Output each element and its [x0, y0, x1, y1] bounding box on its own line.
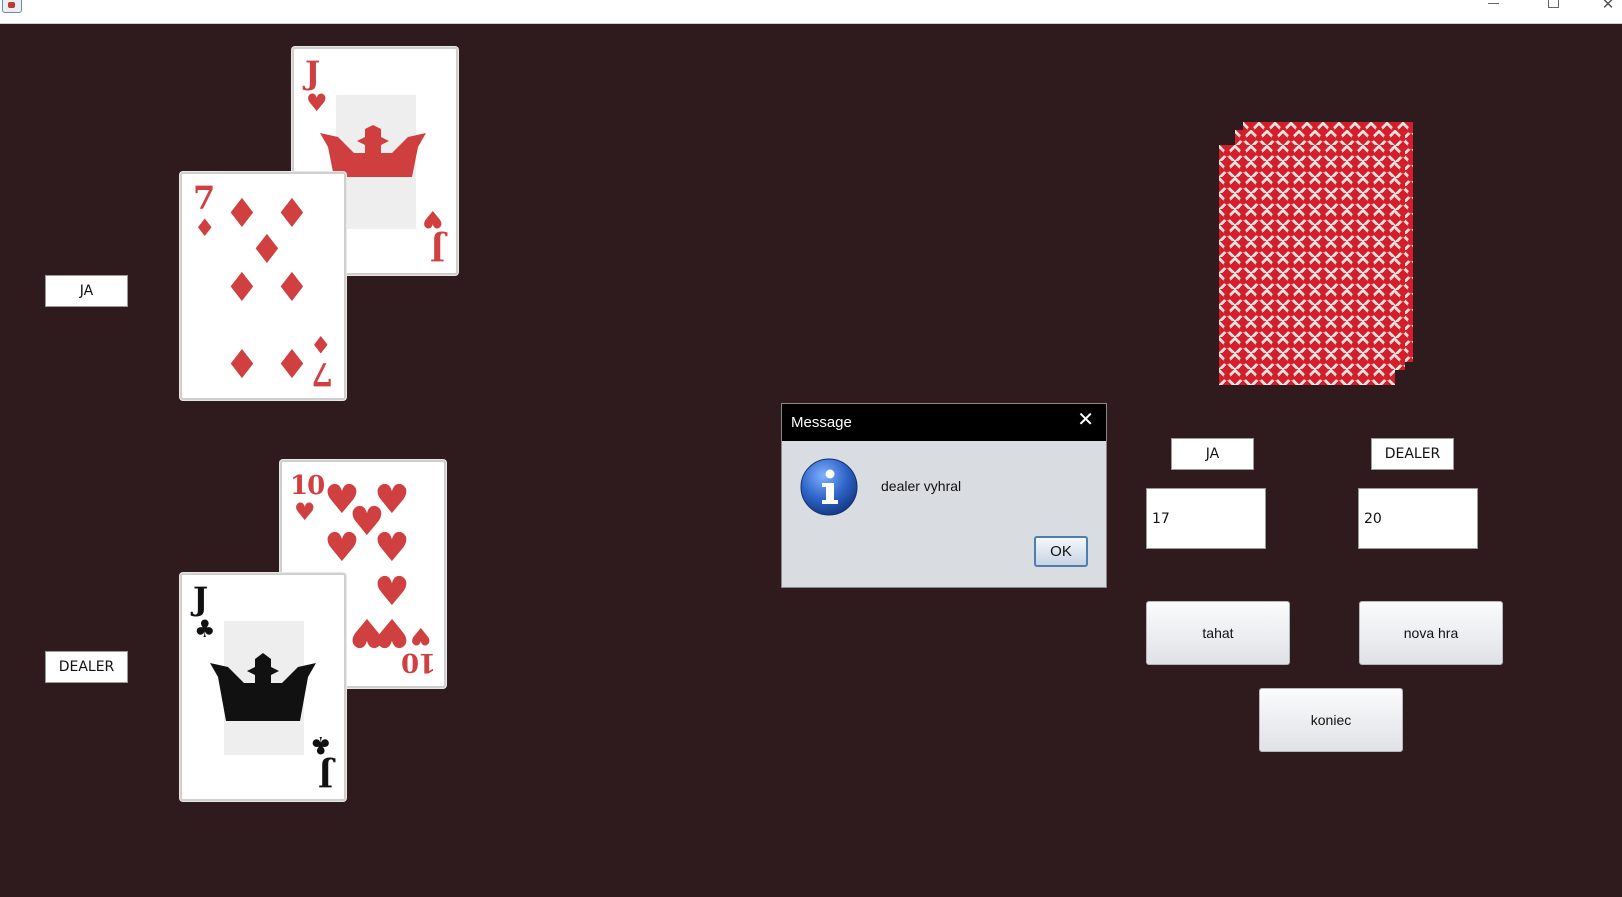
card-rank: J: [305, 54, 321, 92]
deck-top-card[interactable]: [1219, 145, 1395, 385]
player-score-field: 17: [1146, 488, 1266, 549]
dialog-message: dealer vyhral: [881, 478, 962, 494]
maximize-icon[interactable]: [1530, 0, 1576, 14]
heart-icon: ♥: [324, 525, 360, 571]
heart-icon: ♥: [294, 497, 316, 526]
card-rank: J: [317, 756, 333, 794]
diamond-icon: ♦: [274, 265, 310, 311]
diamond-icon: ♦: [249, 227, 285, 273]
dealer-score-header: DEALER: [1371, 438, 1454, 470]
card-rank: 7: [310, 355, 333, 393]
dialog-titlebar: Message ✕: [782, 404, 1106, 441]
ok-button[interactable]: OK: [1034, 536, 1088, 567]
java-app-icon: [2, 0, 22, 13]
window-titlebar: ✕: [0, 0, 1622, 24]
diamond-icon: ♦: [224, 265, 260, 311]
card-rank: J: [193, 580, 209, 618]
diamond-icon: ♦: [194, 213, 216, 242]
new-game-button[interactable]: nova hra: [1359, 601, 1503, 665]
heart-icon: ♥: [374, 525, 410, 571]
dealer-score-field: 20: [1358, 488, 1478, 549]
hit-button[interactable]: tahat: [1146, 601, 1290, 665]
heart-icon: ♥: [306, 88, 328, 117]
heart-icon: ♥: [410, 622, 432, 651]
diamond-icon: ♦: [224, 339, 260, 385]
diamond-icon: ♦: [310, 330, 332, 359]
card-rank: 7: [193, 179, 216, 217]
diamond-icon: ♦: [274, 339, 310, 385]
dealer-card-jack-clubs: J ♣ ♣ J: [180, 573, 346, 801]
player-score-header: JA: [1171, 438, 1254, 470]
crown-icon: [210, 653, 316, 721]
dialog-close-icon[interactable]: ✕: [1077, 410, 1094, 430]
heart-icon: ♥: [374, 569, 410, 615]
quit-button[interactable]: koniec: [1259, 688, 1403, 752]
dealer-hand-label: DEALER: [45, 651, 128, 683]
window-close-icon[interactable]: ✕: [1585, 0, 1622, 14]
player-card-seven-diamonds: 7 ♦ ♦ ♦ ♦ ♦ ♦ ♦ ♦ ♦ 7: [180, 172, 346, 400]
message-dialog: Message ✕ dealer vyhral OK: [781, 403, 1107, 588]
player-hand-label: JA: [45, 275, 128, 307]
card-rank: 10: [401, 647, 436, 677]
club-icon: ♣: [194, 614, 216, 643]
club-icon: ♣: [310, 731, 332, 760]
card-rank: J: [429, 230, 445, 268]
minimize-icon[interactable]: [1470, 0, 1516, 14]
heart-icon: ♥: [422, 205, 444, 234]
dialog-title: Message: [791, 414, 852, 431]
info-icon: [800, 458, 858, 516]
